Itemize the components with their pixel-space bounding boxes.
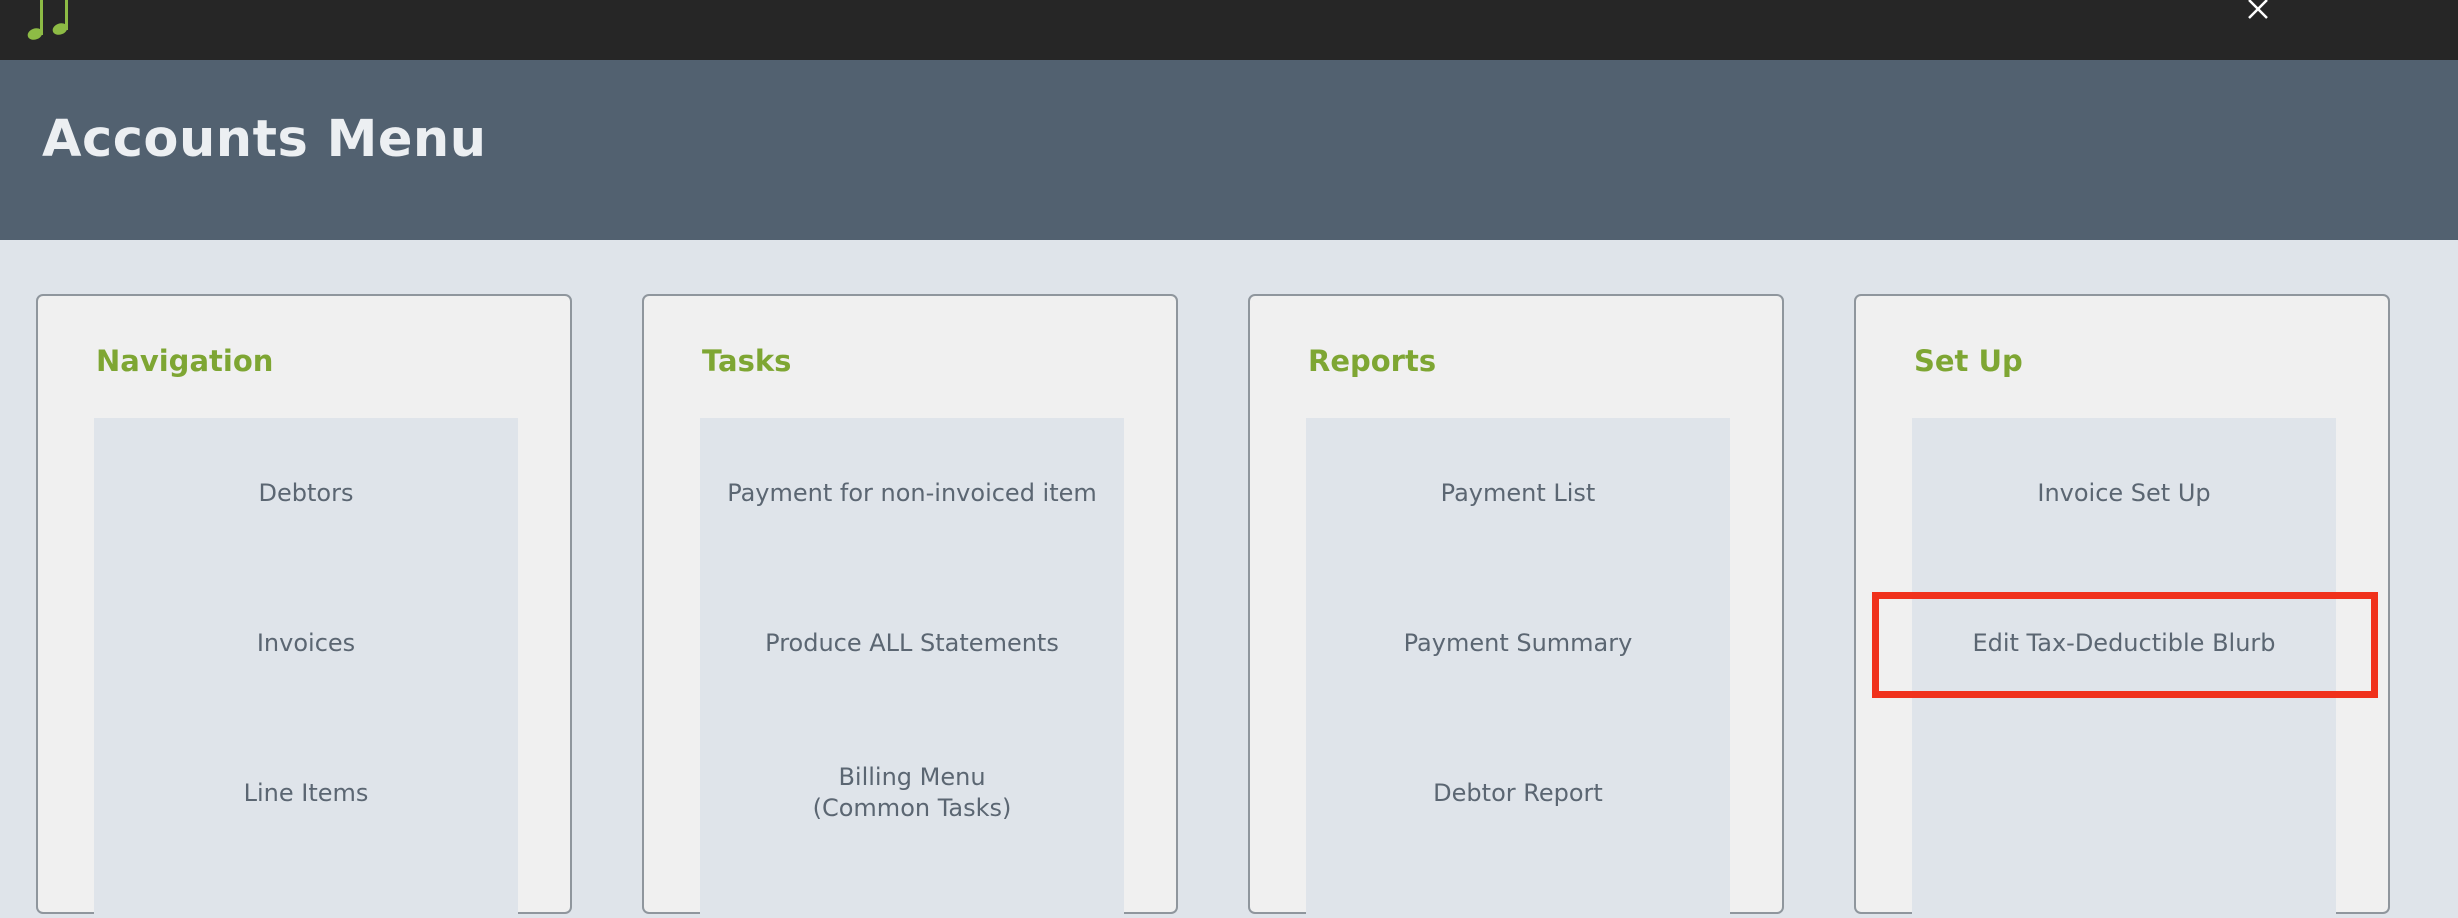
- button-column: Payment List Payment Summary Debtor Repo…: [1306, 418, 1730, 918]
- reports-panel: Reports Payment List Payment Summary Deb…: [1248, 294, 1784, 918]
- panel-title: Tasks: [702, 344, 792, 378]
- page-header: Accounts Menu: [0, 60, 2458, 240]
- debtor-report-button[interactable]: Debtor Report: [1306, 718, 1730, 868]
- button-column: Invoice Set Up Edit Tax-Deductible Blurb: [1912, 418, 2336, 918]
- tasks-panel: Tasks Payment for non-invoiced item Prod…: [642, 294, 1178, 918]
- set-up-panel: Set Up Invoice Set Up Edit Tax-Deductibl…: [1854, 294, 2390, 918]
- produce-all-statements-button[interactable]: Produce ALL Statements: [700, 568, 1124, 718]
- debtors-button[interactable]: Debtors: [94, 418, 518, 568]
- edit-tax-deductible-blurb-button[interactable]: Edit Tax-Deductible Blurb: [1912, 568, 2336, 718]
- panel-title: Reports: [1308, 344, 1437, 378]
- button-column: Debtors Invoices Line Items: [94, 418, 518, 918]
- invoices-button[interactable]: Invoices: [94, 568, 518, 718]
- line-items-button[interactable]: Line Items: [94, 718, 518, 868]
- navigation-panel: Navigation Debtors Invoices Line Items: [36, 294, 572, 918]
- billing-menu-button[interactable]: Billing Menu (Common Tasks): [700, 718, 1124, 868]
- panel-title: Navigation: [96, 344, 274, 378]
- page-title: Accounts Menu: [42, 110, 487, 169]
- payment-summary-button[interactable]: Payment Summary: [1306, 568, 1730, 718]
- close-icon[interactable]: [2240, 0, 2276, 26]
- button-column: Payment for non-invoiced item Produce AL…: [700, 418, 1124, 918]
- music-notes-icon: [27, 0, 68, 40]
- empty-button-slot: [1912, 718, 2336, 868]
- payment-non-invoiced-button[interactable]: Payment for non-invoiced item: [700, 418, 1124, 568]
- panel-title: Set Up: [1914, 344, 2023, 378]
- invoice-set-up-button[interactable]: Invoice Set Up: [1912, 418, 2336, 568]
- payment-list-button[interactable]: Payment List: [1306, 418, 1730, 568]
- title-bar: [0, 0, 2458, 60]
